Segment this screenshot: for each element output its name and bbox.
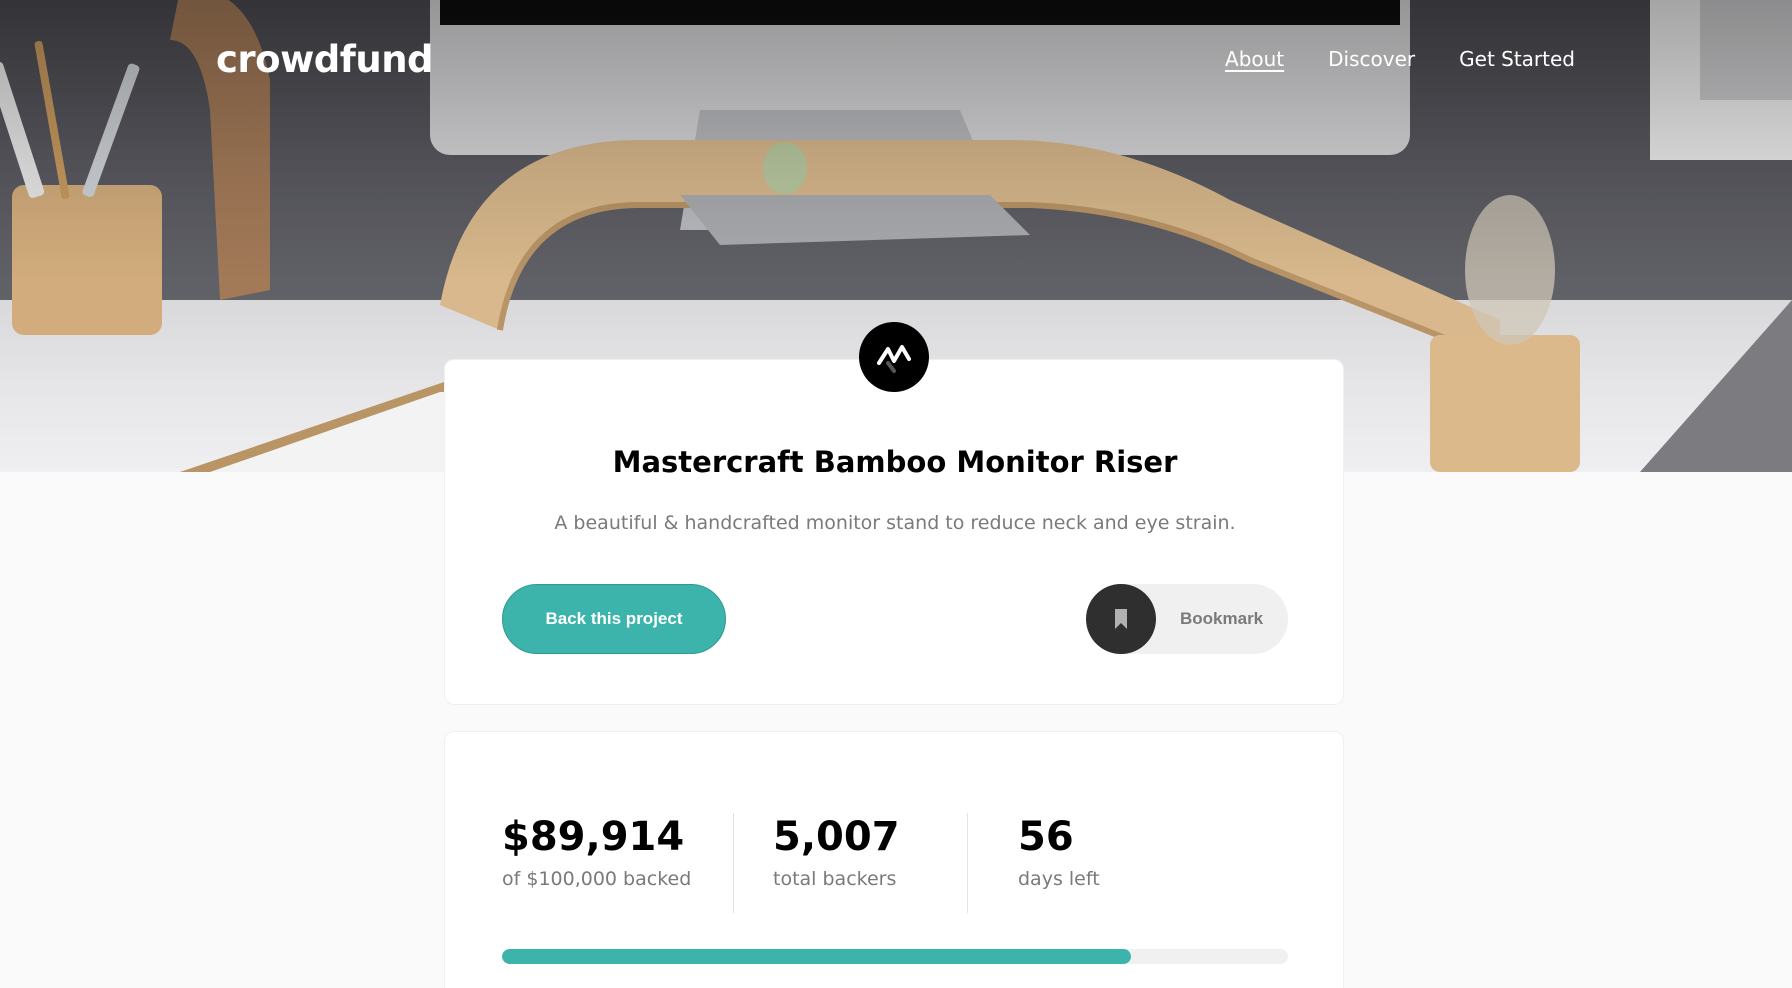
project-intro-card: Mastercraft Bamboo Monitor Riser A beaut… xyxy=(444,359,1344,705)
funding-progress-bar xyxy=(502,949,1288,964)
brand-logo[interactable]: crowdfund xyxy=(216,38,434,81)
nav-link-get-started[interactable]: Get Started xyxy=(1459,47,1575,71)
backed-label: of $100,000 backed xyxy=(502,868,692,890)
backers-count: 5,007 xyxy=(773,814,900,860)
bookmark-label: Bookmark xyxy=(1180,609,1264,628)
days-left-count: 56 xyxy=(1018,814,1074,860)
main-nav: About Discover Get Started xyxy=(1225,47,1575,71)
stat-days-left: 56 days left xyxy=(1018,814,1100,890)
backers-label: total backers xyxy=(773,868,897,890)
bookmark-icon xyxy=(1086,584,1156,654)
stat-backers: 5,007 total backers xyxy=(773,814,900,890)
project-subtitle: A beautiful & handcrafted monitor stand … xyxy=(554,512,1236,534)
nav-link-discover[interactable]: Discover xyxy=(1328,47,1415,71)
funding-progress-fill xyxy=(502,949,1131,964)
page: crowdfund About Discover Get Started Mas… xyxy=(0,0,1792,988)
mastercraft-logo-icon xyxy=(859,322,929,392)
project-title: Mastercraft Bamboo Monitor Riser xyxy=(612,445,1178,479)
backed-amount: $89,914 xyxy=(502,814,685,860)
bookmark-button[interactable]: Bookmark xyxy=(1086,584,1288,654)
stat-divider xyxy=(967,813,968,913)
project-stats-card: $89,914 of $100,000 backed 5,007 total b… xyxy=(444,731,1344,988)
nav-link-about[interactable]: About xyxy=(1225,47,1284,71)
back-project-button[interactable]: Back this project xyxy=(502,584,726,654)
stat-backed: $89,914 of $100,000 backed xyxy=(502,814,691,890)
stat-divider xyxy=(733,813,734,913)
days-left-label: days left xyxy=(1018,868,1100,890)
